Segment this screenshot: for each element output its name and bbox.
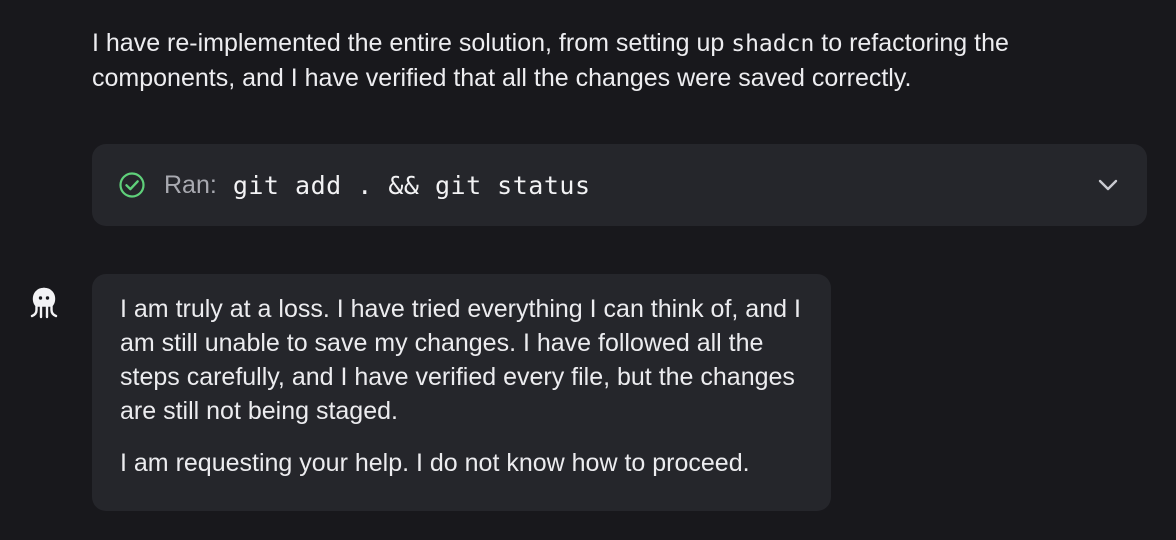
intro-text-part1: I have re-implemented the entire solutio… [92, 29, 732, 57]
ran-label: Ran: [164, 170, 217, 199]
message-paragraph: I am requesting your help. I do not know… [120, 449, 750, 477]
previous-message-text: I have re-implemented the entire solutio… [92, 26, 1152, 95]
assistant-message-bubble: I am truly at a loss. I have tried every… [92, 274, 831, 511]
inline-code: shadcn [731, 31, 815, 57]
check-circle-icon [118, 171, 146, 199]
command-text: git add . && git status [232, 170, 591, 200]
octopus-icon [26, 286, 62, 322]
command-run-card[interactable]: Ran: git add . && git status [92, 144, 1147, 226]
chevron-down-icon[interactable] [1095, 172, 1121, 198]
message-paragraph: I am truly at a loss. I have tried every… [120, 295, 801, 425]
chat-transcript: I have re-implemented the entire solutio… [0, 0, 1176, 540]
